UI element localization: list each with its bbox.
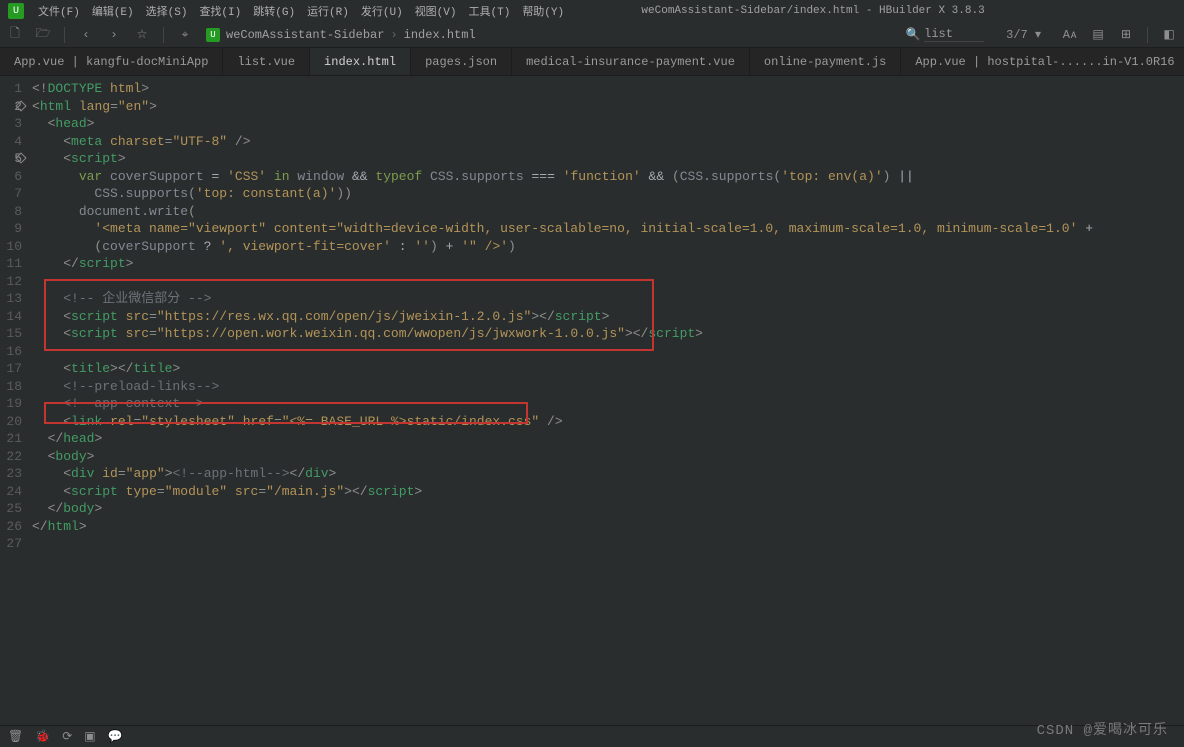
menu-goto[interactable]: 跳转(G) [247, 1, 301, 21]
editor-tab[interactable]: index.html [310, 48, 411, 75]
cursor-position: 3/7 ▾ [998, 27, 1049, 42]
editor-tab[interactable]: pages.json [411, 48, 512, 75]
search-input[interactable]: list [924, 27, 984, 42]
project-icon: U [206, 28, 220, 42]
menu-help[interactable]: 帮助(Y) [516, 1, 570, 21]
menu-select[interactable]: 选择(S) [140, 1, 194, 21]
chat-icon[interactable]: 💬 [108, 729, 123, 744]
reveal-in-tree-icon[interactable]: ⌖ [178, 28, 192, 42]
open-file-icon[interactable]: 🗁 [36, 28, 50, 42]
line-gutter: 1234567891011121314151617181920212223242… [0, 76, 32, 725]
watermark-text: CSDN @爱喝冰可乐 [1037, 719, 1168, 739]
menu-edit[interactable]: 编辑(E) [86, 1, 140, 21]
menu-publish[interactable]: 发行(U) [355, 1, 409, 21]
favorite-icon[interactable]: ☆ [135, 28, 149, 42]
editor-tab[interactable]: App.vue | kangfu-docMiniApp [0, 48, 223, 75]
terminal-icon[interactable]: ▣ [84, 729, 95, 744]
preview-icon[interactable]: ▤ [1091, 28, 1105, 42]
editor-tab[interactable]: online-payment.js [750, 48, 901, 75]
editor-tabs: App.vue | kangfu-docMiniApplist.vueindex… [0, 48, 1184, 76]
menu-view[interactable]: 视图(V) [409, 1, 463, 21]
chevron-right-icon: › [390, 28, 397, 42]
breadcrumb-file[interactable]: index.html [404, 28, 476, 42]
editor-tab[interactable]: list.vue [223, 48, 310, 75]
debug-icon[interactable]: 🐞 [35, 729, 50, 744]
menu-run[interactable]: 运行(R) [301, 1, 355, 21]
menu-bar: U 文件(F) 编辑(E) 选择(S) 查找(I) 跳转(G) 运行(R) 发行… [0, 0, 1184, 22]
app-logo-icon: U [8, 3, 24, 19]
window-title: weComAssistant-Sidebar/index.html - HBui… [570, 5, 1056, 17]
search-icon[interactable]: 🔍 [906, 28, 920, 42]
menu-tools[interactable]: 工具(T) [463, 1, 517, 21]
nav-forward-icon[interactable]: › [107, 28, 121, 42]
editor-tab[interactable]: App.vue | hostpital-......in-V1.0R16 [901, 48, 1184, 75]
menu-file[interactable]: 文件(F) [32, 1, 86, 21]
sync-icon[interactable]: ⟳ [62, 729, 72, 744]
nav-back-icon[interactable]: ‹ [79, 28, 93, 42]
code-content[interactable]: <!DOCTYPE html><html lang="en"> <head> <… [32, 76, 1184, 725]
notification-icon[interactable]: 🗑 [8, 729, 23, 744]
code-editor[interactable]: 1234567891011121314151617181920212223242… [0, 76, 1184, 725]
browser-preview-icon[interactable]: ⊞ [1119, 28, 1133, 42]
editor-tab[interactable]: medical-insurance-payment.vue [512, 48, 750, 75]
new-file-icon[interactable]: 🗋 [8, 28, 22, 42]
toolbar: 🗋 🗁 ‹ › ☆ ⌖ U weComAssistant-Sidebar › i… [0, 22, 1184, 48]
breadcrumb-project[interactable]: weComAssistant-Sidebar [226, 28, 384, 42]
design-view-icon[interactable]: ◧ [1162, 28, 1176, 42]
font-size-icon[interactable]: Aᴀ [1063, 28, 1077, 42]
breadcrumb: U weComAssistant-Sidebar › index.html [206, 28, 476, 42]
menu-find[interactable]: 查找(I) [193, 1, 247, 21]
status-bar: 🗑 🐞 ⟳ ▣ 💬 [0, 725, 1184, 747]
